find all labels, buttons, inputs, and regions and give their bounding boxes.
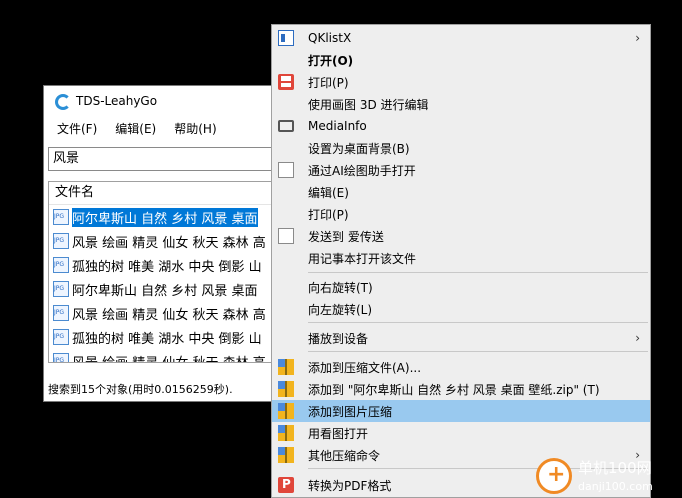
- watermark-url: danji100.com: [578, 480, 653, 493]
- menu-item-qklistx[interactable]: QKlistX ›: [272, 27, 650, 49]
- archive-icon: [278, 359, 294, 375]
- menu-item-rotate-left[interactable]: 向左旋转(L): [272, 298, 650, 320]
- menu-file[interactable]: 文件(F): [48, 120, 106, 137]
- column-header-filename[interactable]: 文件名: [49, 182, 284, 205]
- window-title: TDS-LeahyGo: [76, 94, 158, 108]
- jpg-file-icon: [53, 281, 69, 297]
- menu-edit[interactable]: 编辑(E): [106, 120, 165, 137]
- archive-icon: [278, 381, 294, 397]
- document-icon: [278, 162, 294, 178]
- menu-separator: [308, 322, 648, 323]
- menu-item-label: 设置为桌面背景(B): [308, 141, 410, 156]
- archive-icon: [278, 403, 294, 419]
- app-logo-icon: [54, 93, 71, 110]
- jpg-file-icon: [53, 353, 69, 362]
- jpg-file-icon: [53, 257, 69, 273]
- menu-item-label: 添加到 "阿尔卑斯山 自然 乡村 风景 桌面 壁纸.zip" (T): [308, 382, 600, 397]
- menu-item-rotate-right[interactable]: 向右旋转(T): [272, 276, 650, 298]
- watermark: 单机100网 danji100.com: [534, 456, 682, 498]
- menu-item-print-2[interactable]: 打印(P): [272, 203, 650, 225]
- watermark-text: 单机100网: [578, 459, 652, 477]
- document-icon: [278, 228, 294, 244]
- menu-item-label: 打印(P): [308, 207, 349, 222]
- file-name: 风景 绘画 精灵 仙女 秋天 森林 高: [72, 307, 266, 323]
- jpg-file-icon: [53, 209, 69, 225]
- menu-item-set-wallpaper[interactable]: 设置为桌面背景(B): [272, 137, 650, 159]
- table-row[interactable]: 阿尔卑斯山 自然 乡村 风景 桌面: [49, 205, 284, 229]
- menu-item-label: 向右旋转(T): [308, 280, 373, 295]
- menu-item-label: 通过AI绘图助手打开: [308, 163, 416, 178]
- table-row[interactable]: 风景 绘画 精灵 仙女 秋天 森林 高: [49, 349, 284, 363]
- menu-item-label: 编辑(E): [308, 185, 349, 200]
- chevron-right-icon: ›: [635, 31, 640, 45]
- table-row[interactable]: 风景 绘画 精灵 仙女 秋天 森林 高: [49, 229, 284, 253]
- context-menu: QKlistX › 打开(O) 打印(P) 使用画图 3D 进行编辑 Media…: [271, 24, 651, 498]
- chevron-right-icon: ›: [635, 331, 640, 345]
- file-list[interactable]: 文件名 阿尔卑斯山 自然 乡村 风景 桌面 风景 绘画 精灵 仙女 秋天 森林 …: [48, 181, 284, 363]
- archive-icon: [278, 447, 294, 463]
- menu-item-label: 使用画图 3D 进行编辑: [308, 97, 429, 112]
- file-name: 阿尔卑斯山 自然 乡村 风景 桌面: [72, 207, 258, 227]
- title-bar[interactable]: TDS-LeahyGo: [44, 86, 284, 116]
- menu-item-label: 添加到压缩文件(A)...: [308, 360, 422, 375]
- menu-item-play-to-device[interactable]: 播放到设备 ›: [272, 327, 650, 349]
- mediainfo-icon: [278, 120, 294, 132]
- menu-item-mediainfo[interactable]: MediaInfo: [272, 115, 650, 137]
- menu-item-label: 播放到设备: [308, 331, 369, 346]
- menu-item-paint3d[interactable]: 使用画图 3D 进行编辑: [272, 93, 650, 115]
- menu-item-open-viewer[interactable]: 用看图打开: [272, 422, 650, 444]
- search-input[interactable]: 风景: [48, 147, 284, 171]
- menu-separator: [308, 272, 648, 273]
- file-name: 风景 绘画 精灵 仙女 秋天 森林 高: [72, 235, 266, 251]
- menu-separator: [308, 351, 648, 352]
- menu-item-label: 发送到 爱传送: [308, 229, 384, 244]
- menu-bar: 文件(F) 编辑(E) 帮助(H): [44, 116, 284, 140]
- pdf-icon: [278, 477, 294, 493]
- menu-item-send-to[interactable]: 发送到 爱传送: [272, 225, 650, 247]
- jpg-file-icon: [53, 329, 69, 345]
- menu-item-label: 添加到图片压缩: [308, 404, 393, 419]
- menu-item-open[interactable]: 打开(O): [272, 49, 650, 71]
- menu-item-edit[interactable]: 编辑(E): [272, 181, 650, 203]
- menu-item-label: MediaInfo: [308, 119, 367, 133]
- menu-item-image-compress[interactable]: 添加到图片压缩: [272, 400, 650, 422]
- file-name: 孤独的树 唯美 湖水 中央 倒影 山: [72, 331, 262, 347]
- menu-item-label: 转换为PDF格式: [308, 478, 392, 493]
- table-row[interactable]: 孤独的树 唯美 湖水 中央 倒影 山: [49, 325, 284, 349]
- menu-item-add-to-archive[interactable]: 添加到压缩文件(A)...: [272, 356, 650, 378]
- menu-item-label: 打印(P): [308, 75, 349, 90]
- table-row[interactable]: 阿尔卑斯山 自然 乡村 风景 桌面: [49, 277, 284, 301]
- printer-icon: [278, 74, 294, 90]
- app-window: TDS-LeahyGo 文件(F) 编辑(E) 帮助(H) 风景 文件名 阿尔卑…: [43, 85, 285, 402]
- menu-item-label: 其他压缩命令: [308, 448, 381, 463]
- menu-item-label: 用看图打开: [308, 426, 369, 441]
- menu-item-open-notepad[interactable]: 用记事本打开该文件: [272, 247, 650, 269]
- jpg-file-icon: [53, 233, 69, 249]
- table-row[interactable]: 风景 绘画 精灵 仙女 秋天 森林 高: [49, 301, 284, 325]
- menu-help[interactable]: 帮助(H): [165, 120, 225, 137]
- list-icon: [278, 30, 294, 46]
- file-name: 风景 绘画 精灵 仙女 秋天 森林 高: [72, 355, 266, 363]
- table-row[interactable]: 孤独的树 唯美 湖水 中央 倒影 山: [49, 253, 284, 277]
- status-bar: 搜索到15个对象(用时0.0156259秒).: [48, 383, 233, 396]
- menu-item-label: 向左旋转(L): [308, 302, 373, 317]
- menu-item-label: QKlistX: [308, 31, 352, 45]
- menu-item-label: 用记事本打开该文件: [308, 251, 417, 266]
- file-name: 孤独的树 唯美 湖水 中央 倒影 山: [72, 259, 262, 275]
- archive-icon: [278, 425, 294, 441]
- file-name: 阿尔卑斯山 自然 乡村 风景 桌面: [72, 283, 258, 299]
- menu-item-add-to-zip[interactable]: 添加到 "阿尔卑斯山 自然 乡村 风景 桌面 壁纸.zip" (T): [272, 378, 650, 400]
- menu-item-label: 打开(O): [308, 53, 354, 68]
- menu-item-ai-drawing[interactable]: 通过AI绘图助手打开: [272, 159, 650, 181]
- watermark-logo-icon: [536, 458, 572, 494]
- jpg-file-icon: [53, 305, 69, 321]
- menu-item-print[interactable]: 打印(P): [272, 71, 650, 93]
